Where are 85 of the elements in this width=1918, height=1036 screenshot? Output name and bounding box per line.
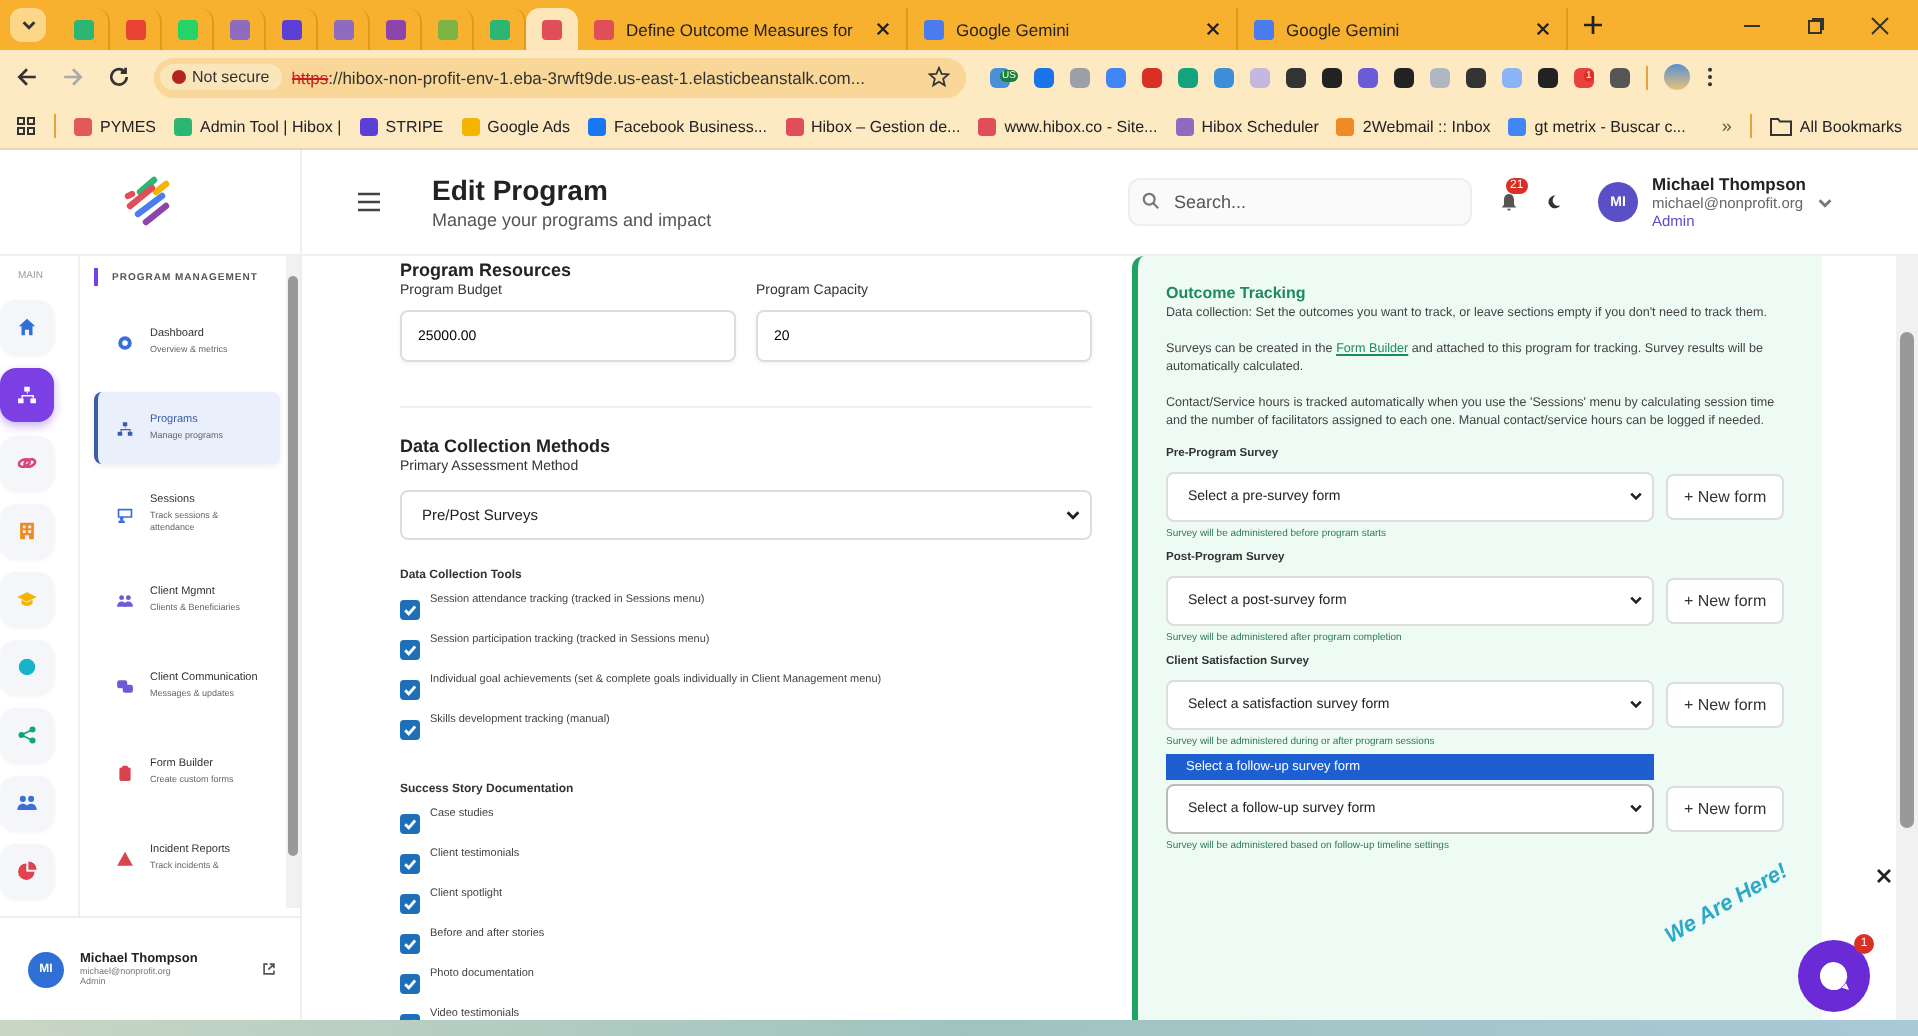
tab-search-button[interactable] xyxy=(10,8,46,42)
folder-icon xyxy=(1769,117,1792,135)
bookmark-link[interactable]: Hibox – Gestion de... xyxy=(785,117,961,135)
plus-icon[interactable] xyxy=(1584,16,1602,34)
page-title: Edit Program xyxy=(432,174,610,206)
search-field[interactable]: Search... xyxy=(1128,178,1472,226)
rail-button[interactable] xyxy=(0,708,54,762)
security-label: Not secure xyxy=(192,68,270,86)
extension-icon[interactable] xyxy=(1465,67,1486,87)
rail-button[interactable] xyxy=(0,504,54,558)
bookmark-link[interactable]: Facebook Business... xyxy=(588,117,767,135)
close-icon[interactable] xyxy=(1870,15,1890,35)
menu-icon[interactable] xyxy=(358,192,380,212)
close-icon[interactable] xyxy=(1206,22,1220,36)
profile-avatar-icon[interactable] xyxy=(1663,64,1690,90)
all-bookmarks-link[interactable]: All Bookmarks xyxy=(1769,117,1902,135)
scrollbar[interactable] xyxy=(1896,256,1918,1020)
security-chip[interactable]: Not secure xyxy=(160,64,282,90)
external-link-icon[interactable] xyxy=(262,962,276,976)
chat-bubble-icon xyxy=(1816,958,1852,994)
checkbox[interactable] xyxy=(400,854,420,874)
rail-button[interactable] xyxy=(0,368,54,422)
extension-icon[interactable] xyxy=(1393,67,1414,87)
section-heading: Program Resources xyxy=(400,260,574,280)
rail-button[interactable] xyxy=(0,844,54,898)
rail-button[interactable] xyxy=(0,300,54,354)
close-icon[interactable] xyxy=(1876,868,1892,884)
bookmark-link[interactable]: STRIPE xyxy=(359,117,444,135)
tab-title: Google Gemini xyxy=(956,19,1072,39)
chevron-down-icon xyxy=(1628,592,1644,608)
checkbox[interactable] xyxy=(400,680,420,700)
new-form-button[interactable]: + New form xyxy=(1666,785,1785,831)
checkbox[interactable] xyxy=(400,640,420,660)
more-vertical-icon[interactable] xyxy=(1705,66,1714,88)
checkbox[interactable] xyxy=(400,894,420,914)
bookmark-link[interactable]: gt metrix - Buscar c... xyxy=(1508,117,1686,135)
rail-button[interactable] xyxy=(0,776,54,830)
reload-icon[interactable] xyxy=(108,66,130,88)
extension-icon[interactable] xyxy=(1609,67,1630,87)
section-heading: Data Collection Methods xyxy=(400,436,613,456)
chevron-down-icon xyxy=(1064,506,1082,524)
bookmark-link[interactable]: PYMES xyxy=(74,117,157,135)
star-icon[interactable] xyxy=(928,66,950,88)
chevron-down-icon xyxy=(1815,193,1834,211)
address-bar[interactable]: Not secure https://hibox-non-profit-env-1.eba-3rwft9de.us-east-1.elasticbeanstalk.com... xyxy=(154,57,966,97)
chevron-down-icon xyxy=(19,16,37,34)
extension-icon[interactable] xyxy=(1537,67,1558,87)
chevron-down-icon xyxy=(1628,800,1644,816)
tab-title: Google Gemini xyxy=(1286,19,1402,39)
url-text: https://hibox-non-profit-env-1.eba-3rwft9de.us-east-1.elasticbeanstalk.com... xyxy=(291,67,867,87)
extension-icon[interactable] xyxy=(1285,67,1306,87)
new-form-button[interactable]: + New form xyxy=(1666,681,1785,727)
rail-button[interactable] xyxy=(0,436,54,490)
checkbox[interactable] xyxy=(400,974,420,994)
bookmark-link[interactable]: Admin Tool | Hibox | xyxy=(174,117,342,135)
tab-title: Define Outcome Measures for xyxy=(626,19,855,39)
panel-heading: Outcome Tracking xyxy=(1166,284,1308,302)
close-icon[interactable] xyxy=(876,22,890,36)
rail-button[interactable] xyxy=(0,640,54,694)
moon-icon[interactable] xyxy=(1546,194,1562,210)
scrollbar[interactable] xyxy=(286,256,300,908)
close-icon[interactable] xyxy=(1536,22,1550,36)
pinned-tab[interactable] xyxy=(526,8,578,50)
chevron-down-icon xyxy=(1628,488,1644,504)
checkbox[interactable] xyxy=(400,720,420,740)
new-form-button[interactable]: + New form xyxy=(1666,577,1785,623)
bookmark-link[interactable]: www.hibox.co - Site... xyxy=(978,117,1158,135)
bookmark-link[interactable]: 2Webmail :: Inbox xyxy=(1336,117,1491,135)
checkbox[interactable] xyxy=(400,814,420,834)
restore-icon[interactable] xyxy=(1806,15,1826,35)
back-arrow-icon[interactable] xyxy=(16,66,38,88)
warning-dot-icon xyxy=(172,70,186,84)
search-icon xyxy=(1142,192,1160,210)
bookmark-link[interactable]: Google Ads xyxy=(461,117,571,135)
user-name: Michael Thompson xyxy=(1652,174,1806,194)
checkbox[interactable] xyxy=(400,600,420,620)
bell-icon[interactable] xyxy=(1500,192,1518,212)
bookmark-link[interactable]: Hibox Scheduler xyxy=(1175,117,1319,135)
page-subtitle: Manage your programs and impact xyxy=(432,210,714,230)
apps-grid-icon[interactable] xyxy=(16,116,36,136)
extension-icon[interactable] xyxy=(1321,67,1342,87)
new-form-button[interactable]: + New form xyxy=(1666,473,1785,519)
checkbox[interactable] xyxy=(400,934,420,954)
more-bookmarks-button[interactable]: » xyxy=(1721,116,1732,136)
chevron-down-icon xyxy=(1628,696,1644,712)
